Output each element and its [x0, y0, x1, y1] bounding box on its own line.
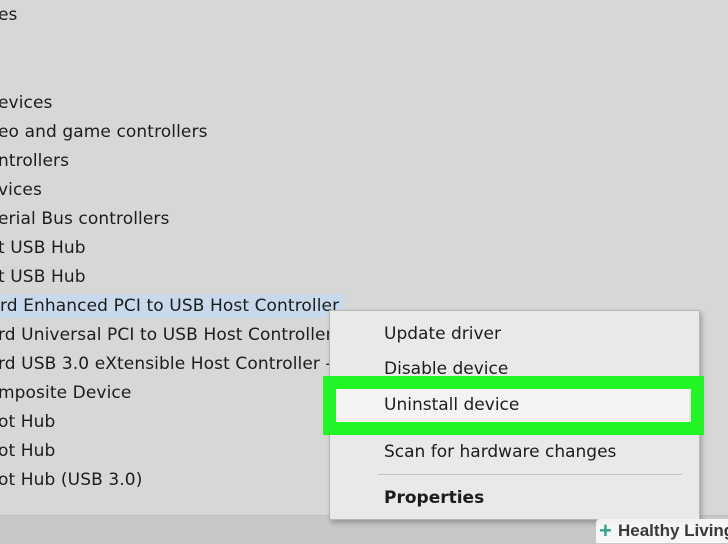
- tree-item-device[interactable]: rd Universal PCI to USB Host Controller: [0, 323, 333, 347]
- menu-separator: [378, 474, 682, 475]
- menu-item-label: Uninstall device: [384, 395, 520, 415]
- tree-item-category[interactable]: vices: [0, 178, 42, 202]
- tree-item-category[interactable]: ntrollers: [0, 149, 69, 173]
- tree-item-category[interactable]: es: [0, 3, 18, 27]
- tree-item-device[interactable]: ot Hub (USB 3.0): [0, 468, 142, 492]
- tree-item-device[interactable]: t USB Hub: [0, 236, 86, 260]
- tree-item-usb-controllers[interactable]: erial Bus controllers: [0, 207, 169, 231]
- watermark-text: Healthy Living: [618, 521, 728, 540]
- tree-item-selected-device[interactable]: rd Enhanced PCI to USB Host Controller: [0, 294, 346, 318]
- menu-item-label: Properties: [384, 488, 485, 508]
- menu-item-label: Scan for hardware changes: [384, 442, 617, 462]
- watermark-logo: + Healthy Living: [596, 519, 728, 543]
- plus-icon: +: [599, 518, 612, 543]
- tree-item-device[interactable]: ot Hub: [0, 410, 55, 434]
- menu-item-label: Update driver: [384, 324, 501, 344]
- tree-item-device[interactable]: rd USB 3.0 eXtensible Host Controller - …: [0, 352, 348, 376]
- tree-item-category[interactable]: evices: [0, 91, 53, 115]
- tree-item-device[interactable]: t USB Hub: [0, 265, 86, 289]
- tree-item-device[interactable]: ot Hub: [0, 439, 55, 463]
- tree-item-category[interactable]: eo and game controllers: [0, 120, 208, 144]
- tree-item-device[interactable]: mposite Device: [0, 381, 131, 405]
- menu-item-uninstall-device[interactable]: Uninstall device: [336, 389, 689, 422]
- menu-item-scan-hardware[interactable]: Scan for hardware changes: [330, 436, 699, 468]
- menu-item-update-driver[interactable]: Update driver: [330, 318, 699, 350]
- menu-item-properties[interactable]: Properties: [330, 482, 699, 514]
